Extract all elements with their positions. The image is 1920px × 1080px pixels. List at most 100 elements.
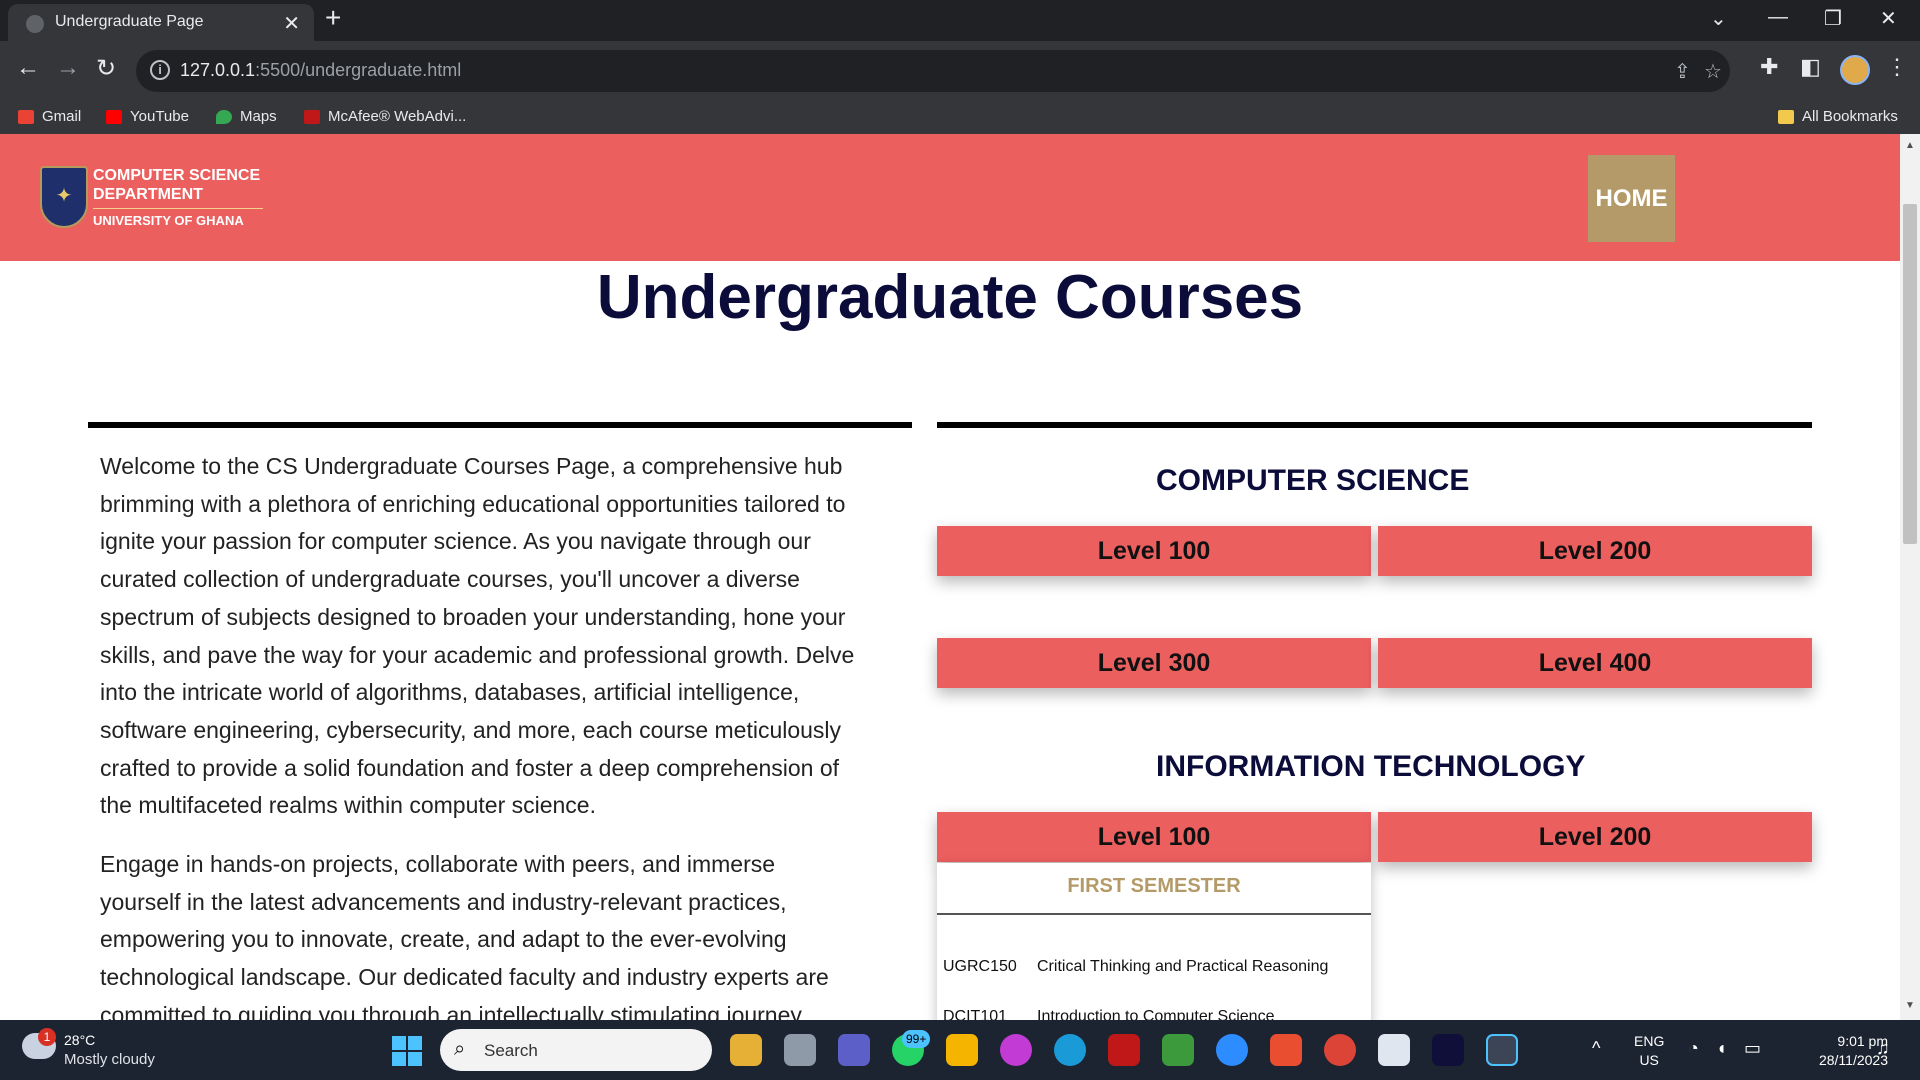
window-app-icon[interactable] [1378, 1034, 1410, 1066]
cs-level-300-button[interactable]: Level 300 [937, 638, 1371, 688]
intro-text: Welcome to the CS Undergraduate Courses … [100, 448, 860, 1020]
url-host: 127.0.0.1 [180, 60, 256, 80]
language-indicator[interactable]: ENG US [1634, 1032, 1664, 1070]
tab-favicon-icon [26, 15, 44, 33]
chrome-active-icon[interactable] [1486, 1034, 1518, 1066]
profile-avatar[interactable] [1840, 55, 1870, 85]
scroll-down-arrow-icon[interactable]: ▼ [1905, 1000, 1915, 1011]
course-row[interactable]: UGRC150 Critical Thinking and Practical R… [943, 958, 1328, 976]
mcafee-taskbar-icon[interactable] [1108, 1034, 1140, 1066]
intro-paragraph: Engage in hands-on projects, collaborate… [100, 851, 829, 1020]
intro-paragraph: Welcome to the CS Undergraduate Courses … [100, 453, 855, 819]
windows-taskbar: 1 28°C Mostly cloudy ⌕ Search 99+ ^ ENG … [0, 1020, 1920, 1080]
clock-time: 9:01 pm [1837, 1033, 1888, 1049]
wifi-icon[interactable]: ◔ [1688, 1038, 1699, 1059]
logo-line-3: UNIVERSITY OF GHANA [93, 213, 244, 228]
node-icon[interactable] [1162, 1034, 1194, 1066]
copilot-icon[interactable] [730, 1034, 762, 1066]
folder-icon [1778, 109, 1794, 124]
scroll-up-arrow-icon[interactable]: ▲ [1905, 140, 1915, 151]
logo-line-1: COMPUTER SCIENCE [93, 167, 261, 184]
forward-icon[interactable]: → [56, 54, 80, 82]
all-bookmarks-label: All Bookmarks [1802, 108, 1898, 125]
weather-temperature[interactable]: 28°C [64, 1032, 95, 1048]
cs-level-200-button[interactable]: Level 200 [1378, 526, 1812, 576]
it-level-200-button[interactable]: Level 200 [1378, 812, 1812, 862]
mcafee-icon [304, 109, 320, 124]
battery-icon[interactable]: ▭ [1744, 1038, 1761, 1059]
course-row[interactable]: DCIT101 Introduction to Computer Science [943, 1008, 1274, 1020]
course-name: Critical Thinking and Practical Reasonin… [1037, 958, 1329, 975]
address-url[interactable]: 127.0.0.1:5500/undergraduate.html [180, 60, 461, 81]
maps-icon [216, 109, 232, 124]
home-button[interactable]: HOME [1588, 155, 1675, 242]
intellij-icon[interactable] [1432, 1034, 1464, 1066]
teams-icon[interactable] [838, 1034, 870, 1066]
git-icon[interactable] [1270, 1034, 1302, 1066]
minimize-icon[interactable]: — [1768, 6, 1788, 29]
file-explorer-icon[interactable] [946, 1034, 978, 1066]
reload-icon[interactable]: ↻ [96, 54, 116, 83]
bookmarks-bar: Gmail YouTube Maps McAfee® WebAdvi... Al… [0, 101, 1920, 134]
scroll-thumb[interactable] [1903, 204, 1917, 544]
cs-level-100-button[interactable]: Level 100 [937, 526, 1371, 576]
clock-date: 28/11/2023 [1818, 1052, 1888, 1068]
volume-icon[interactable]: ◖ [1716, 1038, 1727, 1059]
url-path: :5500/undergraduate.html [255, 60, 462, 80]
cs-level-400-button[interactable]: Level 400 [1378, 638, 1812, 688]
bookmark-mcafee[interactable]: McAfee® WebAdvi... [304, 108, 466, 125]
bookmark-gmail[interactable]: Gmail [18, 108, 81, 125]
tray-chevron-icon[interactable]: ^ [1592, 1038, 1600, 1059]
left-divider [88, 422, 912, 428]
bookmark-star-icon[interactable]: ☆ [1704, 59, 1722, 84]
course-name: Introduction to Computer Science [1037, 1008, 1275, 1020]
system-clock[interactable]: 9:01 pm 28/11/2023 [1788, 1032, 1888, 1070]
page-scrollbar[interactable]: ▲ ▼ [1900, 134, 1920, 1020]
new-tab-button[interactable]: + [325, 2, 341, 34]
tab-close-icon[interactable]: ✕ [283, 11, 300, 36]
bookmark-label: Maps [240, 108, 277, 125]
browser-tab[interactable]: Undergraduate Page ✕ [8, 4, 314, 41]
lang-line-1: ENG [1634, 1033, 1665, 1049]
taskbar-search[interactable]: ⌕ Search [440, 1029, 712, 1071]
site-logo[interactable]: COMPUTER SCIENCE DEPARTMENT UNIVERSITY O… [93, 166, 263, 228]
all-bookmarks[interactable]: All Bookmarks [1778, 108, 1898, 125]
tab-title: Undergraduate Page [55, 13, 204, 30]
university-crest-icon: ✦ [40, 166, 88, 228]
zoom-icon[interactable] [1216, 1034, 1248, 1066]
extensions-icon[interactable]: ✚ [1760, 54, 1778, 80]
semester-title: FIRST SEMESTER [1067, 875, 1241, 897]
page-viewport: ✦ COMPUTER SCIENCE DEPARTMENT UNIVERSITY… [0, 134, 1900, 1020]
lang-line-2: US [1639, 1052, 1659, 1068]
menu-icon[interactable]: ⋮ [1886, 54, 1908, 80]
bookmark-youtube[interactable]: YouTube [106, 108, 189, 125]
share-icon[interactable]: ⇪ [1674, 59, 1691, 84]
start-icon[interactable] [392, 1036, 422, 1066]
logo-line-2: DEPARTMENT [93, 186, 203, 203]
side-panel-icon[interactable]: ◧ [1800, 54, 1821, 80]
cs-section-title: COMPUTER SCIENCE [1156, 464, 1470, 497]
it-level-100-dropdown: FIRST SEMESTER UGRC150 Critical Thinking … [937, 863, 1371, 1020]
youtube-icon [106, 109, 122, 124]
search-icon: ⌕ [454, 1038, 466, 1060]
right-divider [937, 422, 1812, 428]
it-level-100-button[interactable]: Level 100 [937, 812, 1371, 862]
task-view-icon[interactable] [784, 1034, 816, 1066]
weather-description[interactable]: Mostly cloudy [64, 1051, 155, 1068]
tab-search-icon[interactable]: ⌄ [1710, 6, 1727, 31]
weather-badge: 1 [38, 1028, 56, 1046]
close-window-icon[interactable]: ✕ [1880, 6, 1897, 31]
restore-icon[interactable]: ❐ [1824, 6, 1842, 31]
bookmark-label: YouTube [130, 108, 189, 125]
site-info-icon[interactable]: i [150, 60, 170, 80]
semester-divider [937, 913, 1371, 915]
address-bar[interactable]: i 127.0.0.1:5500/undergraduate.html ⇪ ☆ [136, 50, 1730, 92]
bookmark-label: Gmail [42, 108, 82, 125]
taskbar-search-label: Search [484, 1041, 538, 1060]
wps-office-icon[interactable] [1000, 1034, 1032, 1066]
chrome-icon[interactable] [1324, 1034, 1356, 1066]
bookmark-maps[interactable]: Maps [216, 108, 277, 125]
edge-icon[interactable] [1054, 1034, 1086, 1066]
notification-bell-icon[interactable]: ♫ [1876, 1038, 1890, 1059]
back-icon[interactable]: ← [16, 54, 40, 82]
